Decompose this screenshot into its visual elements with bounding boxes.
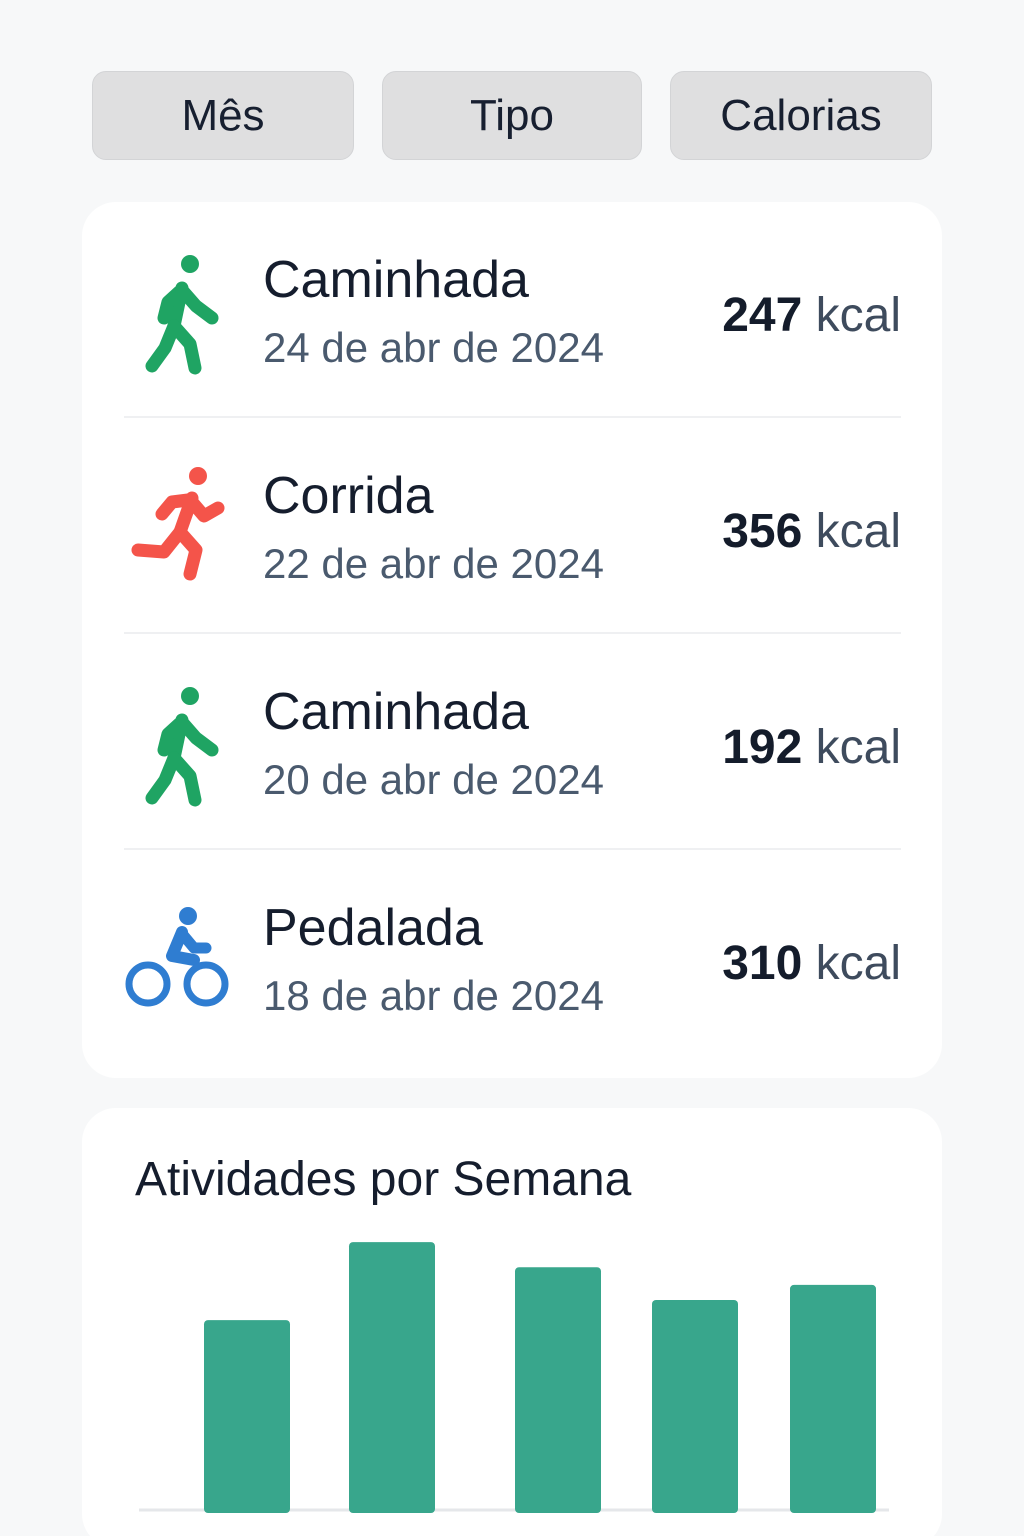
calories-value: 192 [722,721,803,774]
calories-value: 310 [722,937,803,990]
walking-icon [145,687,219,807]
activity-calories: 310 kcal [722,936,901,991]
weekly-activity-chart: Atividades por Semana [82,1108,942,1536]
activity-row[interactable]: Caminhada 24 de abr de 2024 247 kcal [124,202,901,418]
activity-date: 18 de abr de 2024 [263,972,604,1019]
activity-date: 22 de abr de 2024 [263,540,604,587]
calories-value: 356 [722,505,803,558]
running-icon [131,467,225,581]
calories-value: 247 [722,289,803,342]
activity-type: Corrida [263,467,434,525]
calories-unit: kcal [815,505,901,558]
bar-chart [139,1242,889,1513]
activity-type: Pedalada [263,899,483,957]
calories-unit: kcal [815,937,901,990]
activity-date: 20 de abr de 2024 [263,756,604,803]
chart-bar[interactable] [790,1284,876,1513]
activity-calories: 247 kcal [722,288,901,343]
filter-type-button[interactable]: Tipo [382,71,642,160]
chart-bar[interactable] [204,1320,290,1513]
calories-unit: kcal [815,721,901,774]
activity-row[interactable]: Pedalada 18 de abr de 2024 310 kcal [124,850,901,1066]
chart-bar[interactable] [515,1267,601,1513]
filter-month-button[interactable]: Mês [92,71,354,160]
activity-calories: 192 kcal [722,720,901,775]
activity-type: Caminhada [263,251,529,309]
chart-bar[interactable] [652,1299,738,1513]
filter-calories-button[interactable]: Calorias [670,71,932,160]
activity-calories: 356 kcal [722,504,901,559]
activity-list: Caminhada 24 de abr de 2024 247 kcal Cor… [82,202,942,1078]
activity-row[interactable]: Corrida 22 de abr de 2024 356 kcal [124,418,901,634]
activity-date: 24 de abr de 2024 [263,324,604,371]
walking-icon [145,255,219,375]
activity-row[interactable]: Caminhada 20 de abr de 2024 192 kcal [124,634,901,850]
cycling-icon [125,907,229,1007]
chart-bar[interactable] [349,1242,435,1513]
filter-bar: Mês Tipo Calorias [92,71,932,160]
activity-type: Caminhada [263,683,529,741]
calories-unit: kcal [815,289,901,342]
